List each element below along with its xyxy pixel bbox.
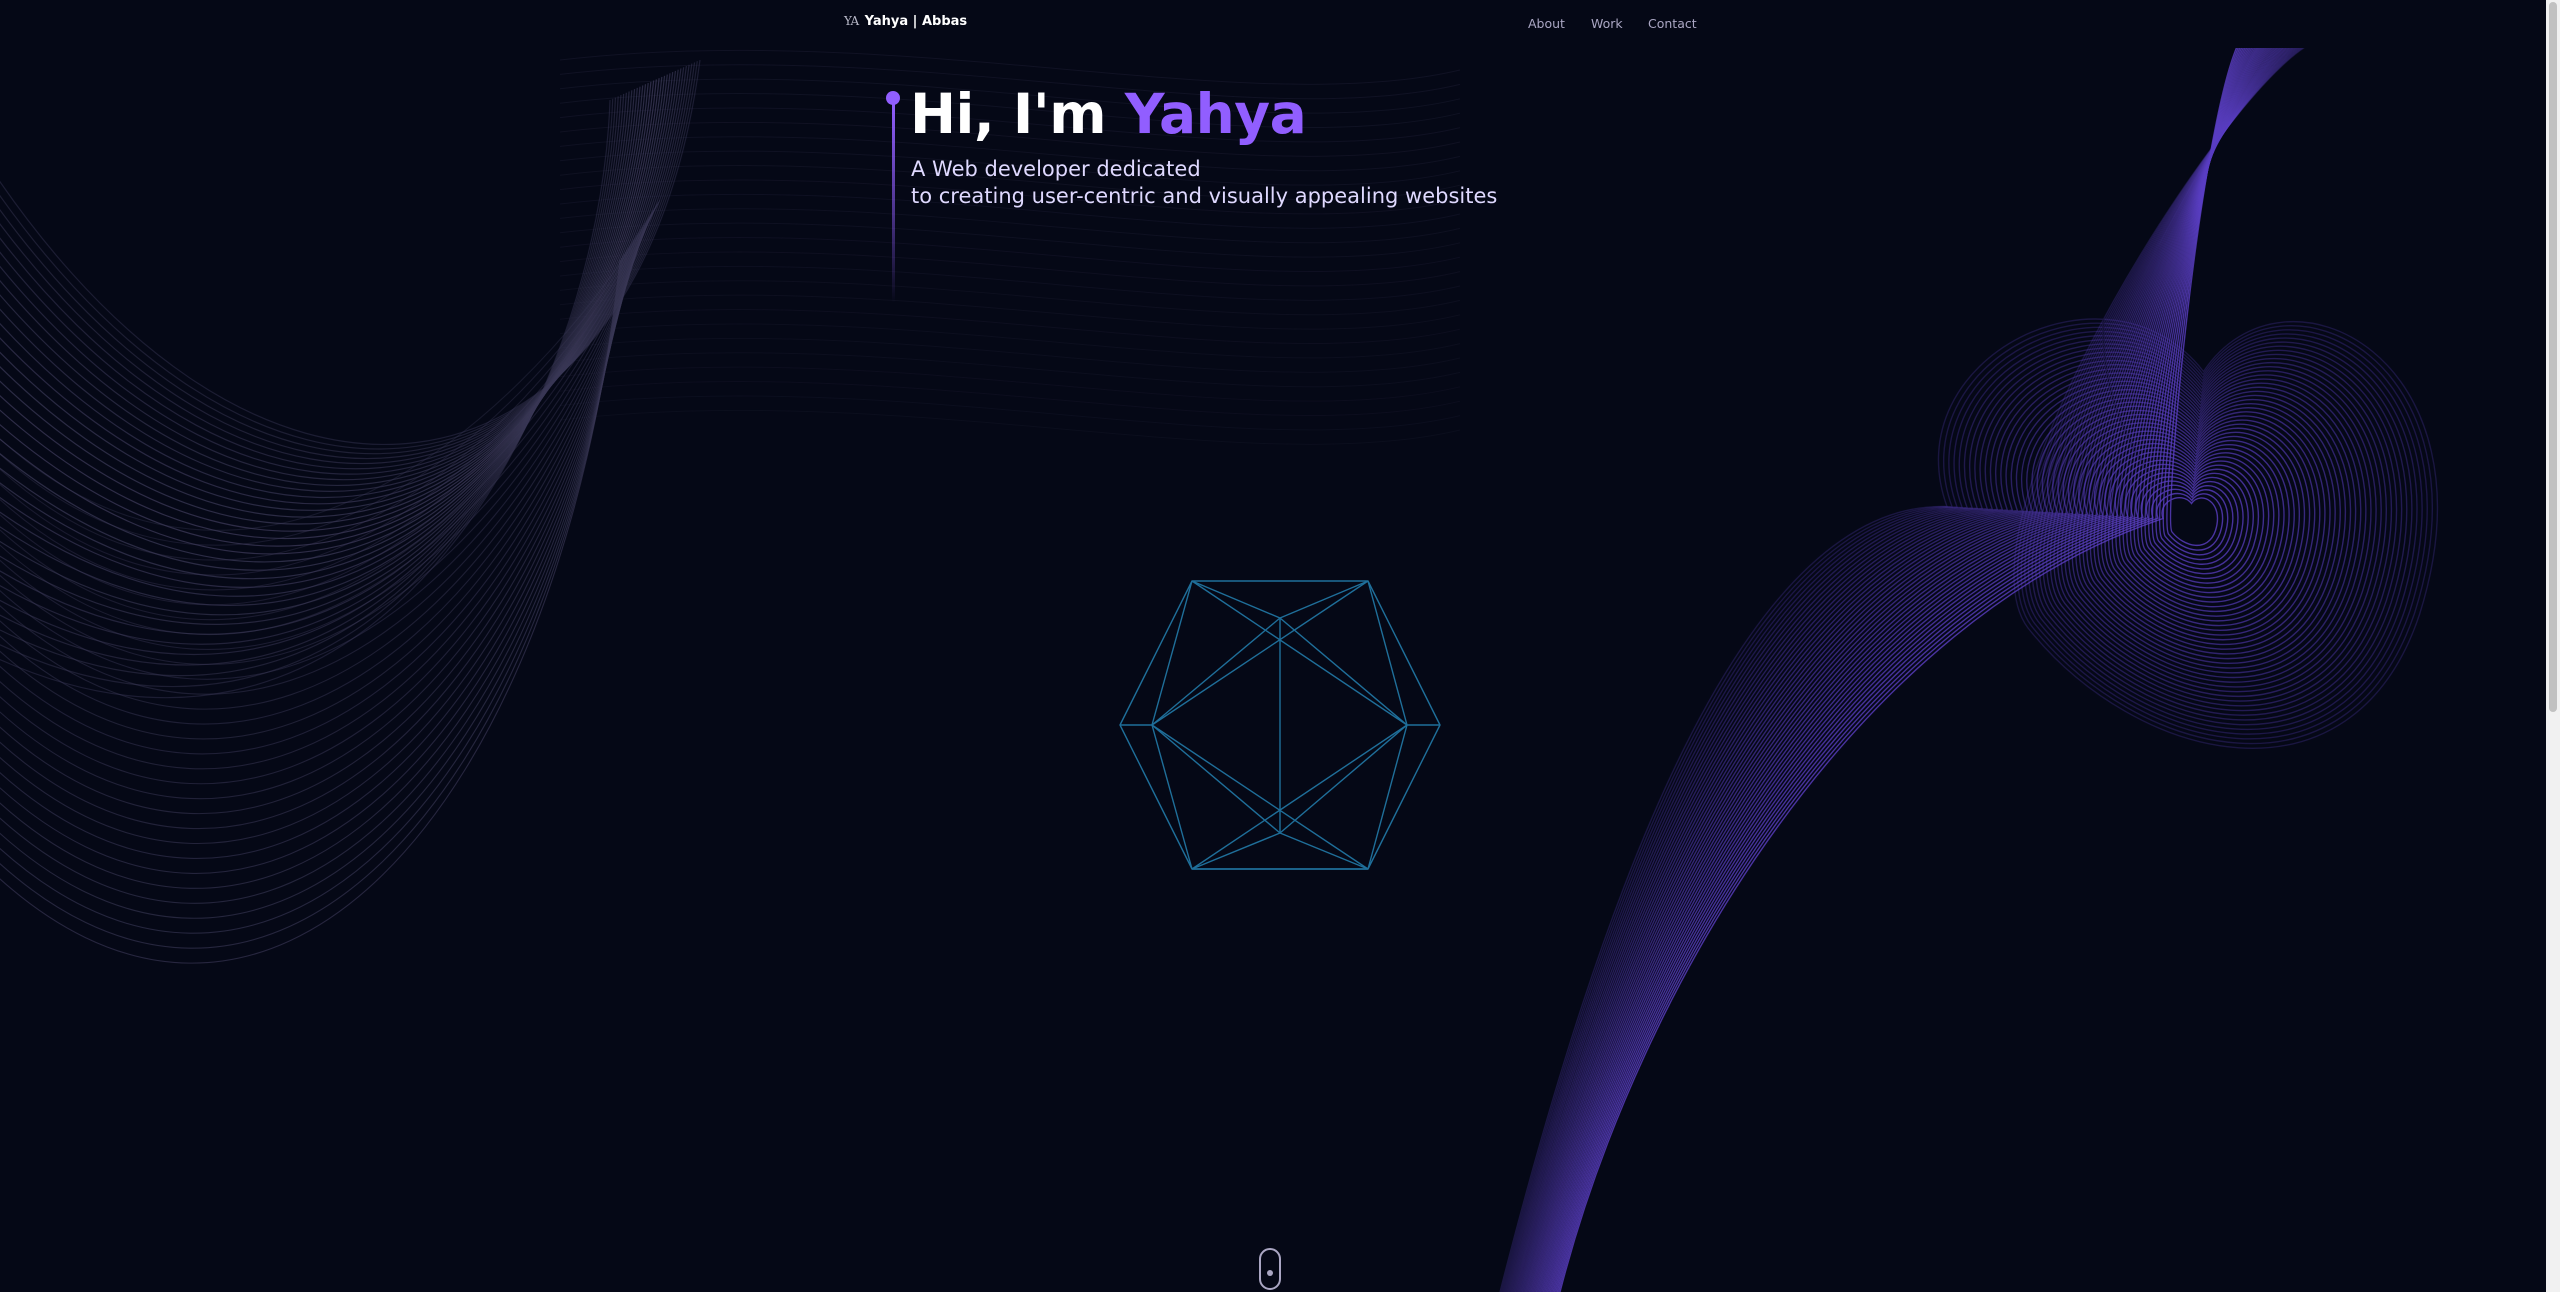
wave-line	[0, 70, 677, 492]
wave-line	[1553, 39, 2249, 1292]
nav-links: About Work Contact	[0, 16, 2546, 36]
wave-line	[0, 73, 671, 505]
wave-line	[1510, 39, 2398, 1292]
mouse-scroll-icon[interactable]	[1259, 1248, 1281, 1290]
hero-title: Hi, I'm Yahya	[910, 78, 1307, 150]
wave-line	[0, 90, 633, 616]
wave-line	[0, 69, 679, 486]
wave-line	[1499, 39, 2439, 1292]
wave-line	[0, 226, 643, 725]
hero-subtitle: A Web developer dedicated to creating us…	[911, 156, 1497, 210]
wave-line	[0, 249, 628, 889]
nav-link-contact[interactable]: Contact	[1648, 16, 1697, 31]
hero-name: Yahya	[1124, 82, 1307, 146]
wave-line	[1517, 39, 2372, 1292]
page-scrollbar[interactable]	[2546, 0, 2560, 1292]
icosahedron-3d-model[interactable]	[1115, 575, 1445, 875]
wave-line	[1504, 39, 2418, 1292]
wave-line	[1531, 39, 2321, 1292]
wave-line	[0, 72, 674, 499]
wave-line	[0, 79, 657, 540]
wave-line	[1502, 39, 2428, 1292]
wave-line	[1516, 39, 2377, 1292]
wave-line	[0, 235, 638, 785]
wave-line	[1525, 39, 2341, 1292]
wave-line	[1523, 39, 2352, 1292]
timeline-line	[892, 103, 895, 303]
wave-line	[1520, 39, 2362, 1292]
wave-line	[0, 228, 642, 740]
hero-subtitle-line1: A Web developer dedicated	[911, 157, 1201, 181]
wave-line	[1506, 39, 2413, 1292]
wave-line	[1521, 39, 2357, 1292]
hero-subtitle-line2: to creating user-centric and visually ap…	[911, 184, 1498, 208]
wave-line	[0, 232, 639, 770]
wave-line	[0, 65, 687, 470]
wave-line	[0, 216, 650, 650]
wave-line	[1509, 39, 2403, 1292]
wave-line	[1518, 39, 2367, 1292]
hero-greeting: Hi, I'm	[910, 82, 1107, 146]
navbar: YA Yahya | Abbas About Work Contact	[0, 0, 2546, 48]
wave-line	[0, 67, 685, 475]
wave-line	[1500, 39, 2433, 1292]
scroll-dot	[1267, 1270, 1273, 1276]
wave-line	[0, 76, 663, 525]
wave-line	[0, 241, 633, 829]
portfolio-page: YA Yahya | Abbas About Work Contact Hi, …	[0, 0, 2560, 1292]
nav-link-work[interactable]: Work	[1591, 16, 1623, 31]
wave-line	[1524, 39, 2346, 1292]
wave-line	[1549, 39, 2254, 1292]
nav-link-about[interactable]: About	[1528, 16, 1565, 31]
scrollbar-thumb[interactable]	[2549, 2, 2557, 712]
wave-line	[1511, 39, 2392, 1292]
wave-line	[1527, 39, 2336, 1292]
hero-timeline	[886, 91, 902, 311]
wave-line	[1548, 39, 2260, 1292]
